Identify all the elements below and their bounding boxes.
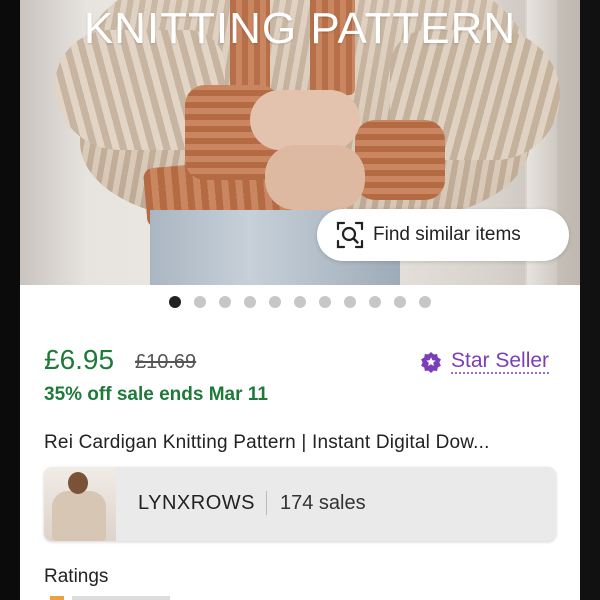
sale-ends-note: 35% off sale ends Mar 11 bbox=[44, 384, 268, 405]
shop-sales-count: 174 sales bbox=[280, 492, 366, 514]
rating-stars-partial bbox=[50, 596, 170, 600]
shop-name: LYNXROWS bbox=[138, 492, 255, 514]
image-carousel-dots bbox=[20, 296, 580, 310]
carousel-dot[interactable] bbox=[294, 296, 306, 308]
avatar-head bbox=[68, 472, 88, 494]
carousel-dot[interactable] bbox=[394, 296, 406, 308]
carousel-dot[interactable] bbox=[194, 296, 206, 308]
visual-search-icon bbox=[336, 221, 364, 249]
star-seller-badge[interactable]: Star Seller bbox=[420, 349, 550, 374]
find-similar-items-label: Find similar items bbox=[373, 224, 521, 245]
carousel-dot[interactable] bbox=[419, 296, 431, 308]
listing-screen: KNITTING PATTERN Find similar items £6.9… bbox=[20, 0, 580, 600]
shop-card-divider bbox=[266, 491, 267, 515]
image-overlay-title: KNITTING PATTERN bbox=[83, 4, 517, 53]
shop-card[interactable]: LYNXROWS 174 sales bbox=[44, 467, 556, 541]
listing-title[interactable]: Rei Cardigan Knitting Pattern | Instant … bbox=[44, 432, 554, 454]
carousel-dot[interactable] bbox=[244, 296, 256, 308]
screen-right-border bbox=[580, 0, 600, 600]
star-seller-label: Star Seller bbox=[451, 349, 550, 374]
carousel-dot[interactable] bbox=[169, 296, 181, 308]
sale-price: £6.95 bbox=[44, 344, 115, 375]
avatar-figure bbox=[52, 491, 106, 541]
model-hand bbox=[265, 145, 365, 210]
listing-image[interactable]: KNITTING PATTERN Find similar items bbox=[20, 0, 580, 285]
carousel-dot[interactable] bbox=[219, 296, 231, 308]
model-hand bbox=[250, 90, 360, 150]
star-seller-badge-icon bbox=[421, 351, 441, 373]
original-price: £10.69 bbox=[135, 351, 197, 373]
carousel-dot[interactable] bbox=[344, 296, 356, 308]
ratings-heading: Ratings bbox=[44, 566, 109, 587]
carousel-dot[interactable] bbox=[269, 296, 281, 308]
carousel-dot[interactable] bbox=[319, 296, 331, 308]
cardigan-right-cuff bbox=[355, 120, 445, 200]
screen-left-border bbox=[0, 0, 20, 600]
find-similar-items-button[interactable]: Find similar items bbox=[317, 209, 569, 261]
shop-avatar bbox=[44, 467, 116, 541]
carousel-dot[interactable] bbox=[369, 296, 381, 308]
